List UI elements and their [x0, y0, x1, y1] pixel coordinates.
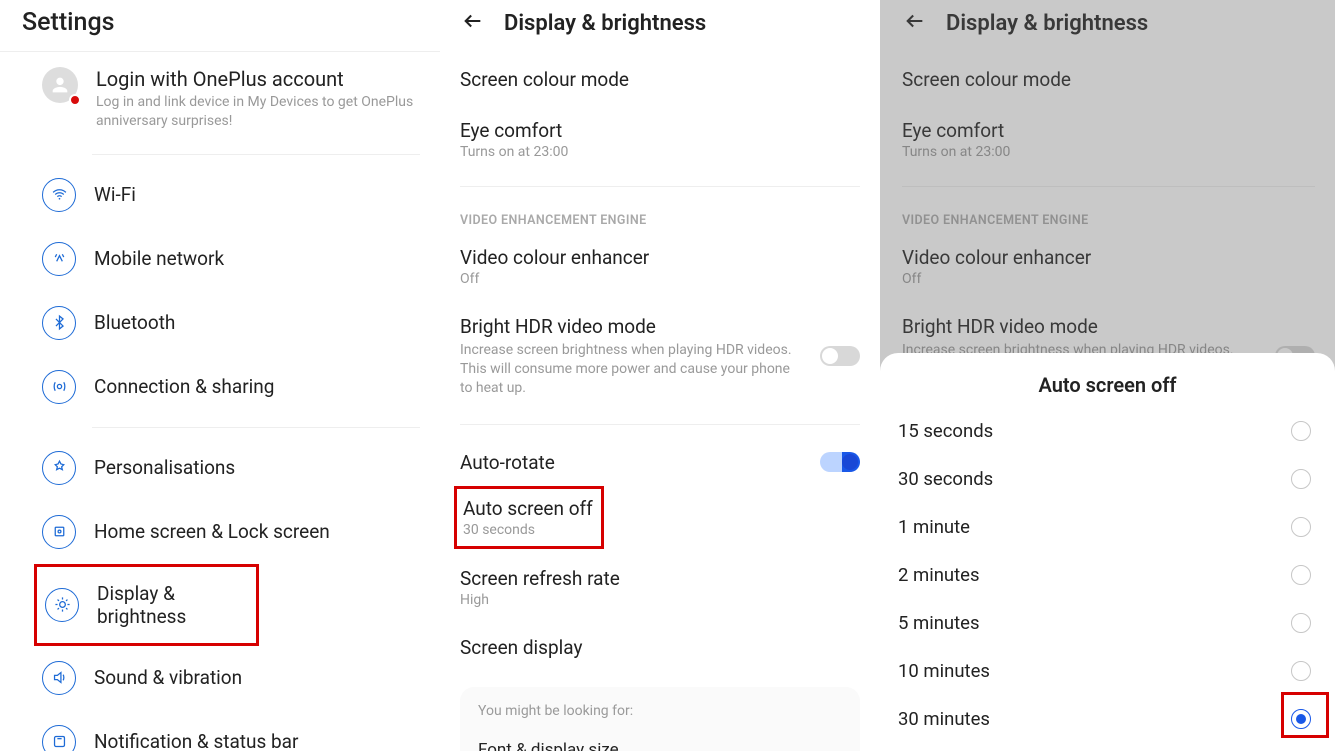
option-15-seconds[interactable]: 15 seconds [898, 407, 1317, 455]
item-screen-colour-mode[interactable]: Screen colour mode [460, 54, 860, 105]
divider [92, 154, 420, 155]
bluetooth-icon [42, 306, 76, 340]
notification-dot [69, 94, 81, 106]
radio-icon [1291, 469, 1311, 489]
label: Bright HDR video mode [460, 315, 808, 338]
option-label: 10 minutes [898, 660, 990, 682]
auto-screen-off-sheet: Auto screen off 15 seconds 30 seconds 1 … [880, 353, 1335, 751]
option-1-minute[interactable]: 1 minute [898, 503, 1317, 551]
option-2-minutes[interactable]: 2 minutes [898, 551, 1317, 599]
highlight-box [1281, 692, 1329, 738]
label: Sound & vibration [94, 666, 242, 689]
notification-icon [42, 725, 76, 751]
option-label: 5 minutes [898, 612, 980, 634]
item-screen-refresh-rate[interactable]: Screen refresh rate High [460, 553, 860, 622]
item-bright-hdr[interactable]: Bright HDR video mode Increase screen br… [460, 301, 860, 412]
label: Connection & sharing [94, 375, 274, 398]
connection-sharing-icon [42, 370, 76, 404]
sublabel: 30 seconds [463, 522, 595, 538]
suggestion-header: You might be looking for: [478, 703, 842, 719]
radio-icon [1291, 517, 1311, 537]
divider [92, 427, 420, 428]
option-label: 15 seconds [898, 420, 993, 442]
radio-icon [1291, 421, 1311, 441]
page-title: Display & brightness [504, 11, 706, 36]
login-account-row[interactable]: Login with OnePlus account Log in and li… [42, 52, 420, 146]
login-title: Login with OnePlus account [96, 67, 420, 91]
option-label: 1 minute [898, 516, 970, 538]
suggestion-card: You might be looking for: Font & display… [460, 687, 860, 751]
sound-icon [42, 661, 76, 695]
item-eye-comfort[interactable]: Eye comfort Turns on at 23:00 [460, 105, 860, 174]
radio-icon [1291, 565, 1311, 585]
settings-item-notification-status[interactable]: Notification & status bar [42, 710, 420, 751]
option-30-seconds[interactable]: 30 seconds [898, 455, 1317, 503]
option-30-minutes[interactable]: 30 minutes [898, 695, 1317, 743]
label: Auto screen off [463, 497, 595, 520]
settings-item-bluetooth[interactable]: Bluetooth [42, 291, 420, 355]
option-10-minutes[interactable]: 10 minutes [898, 647, 1317, 695]
settings-item-mobile-network[interactable]: Mobile network [42, 227, 420, 291]
label: Screen refresh rate [460, 567, 860, 590]
label: Notification & status bar [94, 730, 298, 751]
settings-item-connection-sharing[interactable]: Connection & sharing [42, 355, 420, 419]
home-lock-icon [42, 515, 76, 549]
avatar-icon [42, 67, 78, 103]
toggle-hdr[interactable] [820, 346, 860, 366]
brightness-icon [45, 588, 79, 622]
settings-item-home-lock-screen[interactable]: Home screen & Lock screen [42, 500, 420, 564]
personalisations-icon [42, 451, 76, 485]
sublabel: Turns on at 23:00 [460, 144, 860, 160]
option-label: 30 minutes [898, 708, 990, 730]
divider [460, 424, 860, 425]
option-label: 30 seconds [898, 468, 993, 490]
sublabel: Off [460, 271, 860, 287]
settings-item-personalisations[interactable]: Personalisations [42, 436, 420, 500]
radio-icon [1291, 613, 1311, 633]
label: Personalisations [94, 456, 235, 479]
suggestion-font-display[interactable]: Font & display size [478, 731, 842, 751]
radio-icon [1291, 661, 1311, 681]
sublabel: High [460, 592, 860, 608]
item-auto-screen-off[interactable]: Auto screen off 30 seconds [454, 486, 604, 549]
sheet-title: Auto screen off [898, 373, 1317, 407]
label: Display & brightness [97, 582, 256, 628]
label: Bluetooth [94, 311, 175, 334]
option-5-minutes[interactable]: 5 minutes [898, 599, 1317, 647]
settings-item-wifi[interactable]: Wi-Fi [42, 163, 420, 227]
wifi-icon [42, 178, 76, 212]
toggle-auto-rotate[interactable] [820, 452, 860, 472]
label: Video colour enhancer [460, 246, 860, 269]
section-header-video: VIDEO ENHANCEMENT ENGINE [460, 199, 860, 232]
label: Screen colour mode [460, 68, 860, 91]
label: Screen display [460, 636, 860, 659]
back-arrow-icon[interactable] [462, 10, 484, 36]
option-label: 2 minutes [898, 564, 980, 586]
settings-item-sound-vibration[interactable]: Sound & vibration [42, 646, 420, 710]
label: Auto-rotate [460, 451, 808, 474]
divider [460, 186, 860, 187]
label: Mobile network [94, 247, 224, 270]
item-video-colour-enhancer[interactable]: Video colour enhancer Off [460, 232, 860, 301]
login-subtitle: Log in and link device in My Devices to … [96, 93, 420, 131]
item-screen-display[interactable]: Screen display [460, 622, 860, 673]
settings-item-display-brightness[interactable]: Display & brightness [34, 564, 259, 646]
sublabel: Increase screen brightness when playing … [460, 341, 808, 398]
label: Eye comfort [460, 119, 860, 142]
item-auto-rotate[interactable]: Auto-rotate [460, 437, 860, 488]
mobile-network-icon [42, 242, 76, 276]
label: Home screen & Lock screen [94, 520, 330, 543]
label: Wi-Fi [94, 183, 136, 206]
settings-header: Settings [0, 0, 460, 52]
